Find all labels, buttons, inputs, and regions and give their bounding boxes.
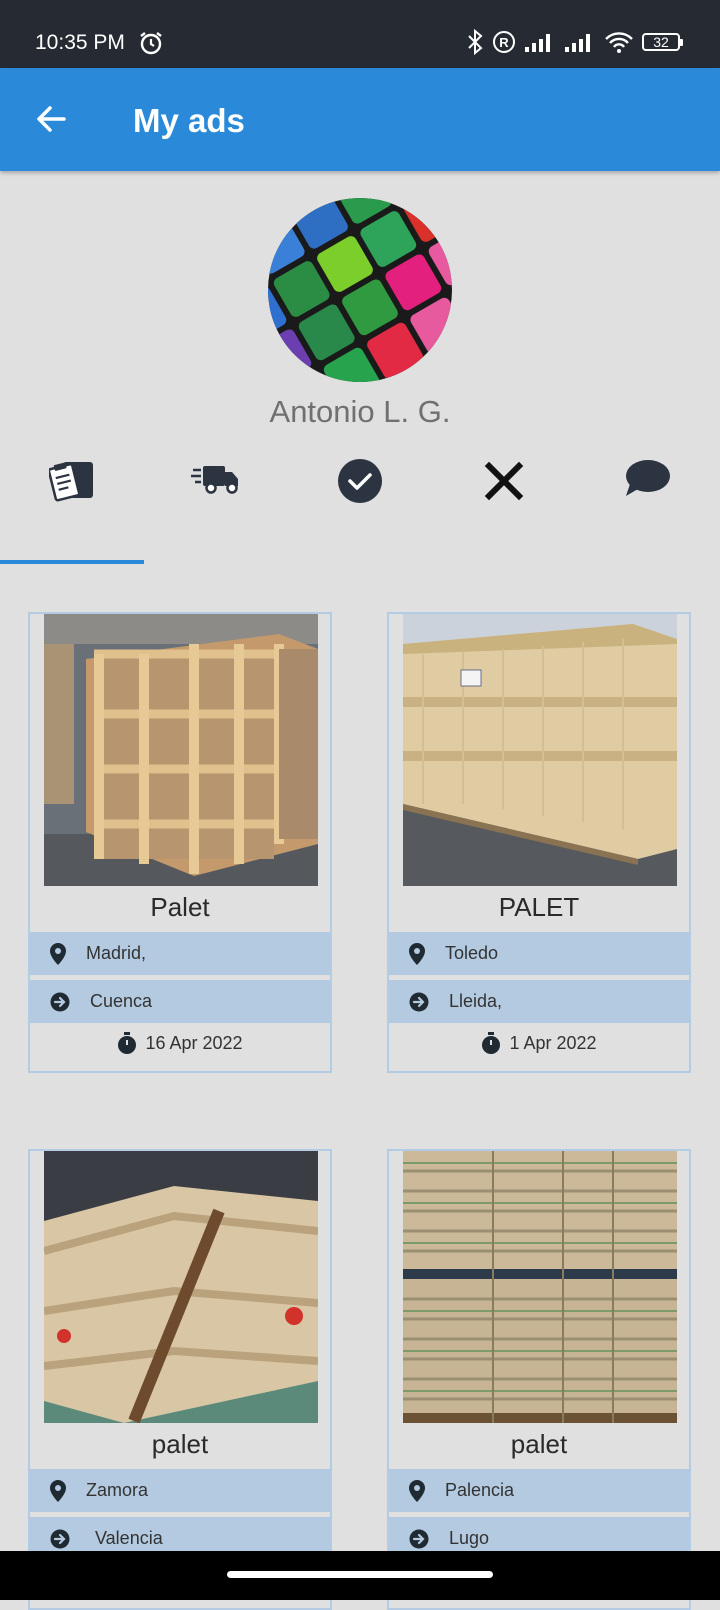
destination-city: Lugo	[449, 1528, 490, 1548]
stopwatch-icon	[482, 1032, 501, 1054]
page-title: My ads	[133, 102, 245, 139]
location-pin-icon	[50, 1479, 66, 1502]
check-circle-icon	[338, 459, 382, 503]
ad-image	[403, 614, 677, 886]
location-pin-icon	[50, 942, 66, 965]
ad-card[interactable]: PALET Toledo Lleida, 1 Apr 2022	[387, 612, 691, 1073]
tab-in-transit[interactable]	[144, 450, 288, 550]
destination-city: Lleida,	[449, 991, 503, 1011]
signal-icon	[565, 34, 590, 52]
status-icons: R 32	[466, 29, 683, 55]
tab-indicator	[0, 560, 144, 564]
profile-name: Antonio L. G.	[269, 394, 451, 429]
svg-text:R: R	[499, 35, 509, 50]
origin-city: Madrid,	[86, 943, 147, 963]
origin-city: Palencia	[445, 1480, 515, 1500]
ad-title: PALET	[498, 892, 580, 922]
arrow-circle-right-icon	[409, 1529, 429, 1548]
ad-card[interactable]: palet Zamora Valencia	[28, 1149, 332, 1610]
tab-cancelled[interactable]	[432, 450, 576, 550]
stopwatch-icon	[118, 1032, 137, 1054]
back-button[interactable]	[28, 96, 74, 142]
ads-list-icon	[49, 462, 93, 502]
wifi-icon	[605, 32, 633, 53]
status-time: 10:35 PM	[35, 31, 125, 54]
origin-city: Toledo	[445, 943, 499, 963]
ad-card[interactable]: palet Palencia Lugo	[387, 1149, 691, 1610]
origin-row: Toledo	[389, 932, 689, 975]
truck-icon	[191, 466, 238, 494]
location-pin-icon	[409, 1479, 425, 1502]
alarm-icon	[138, 30, 164, 61]
ad-image	[44, 1151, 318, 1423]
origin-city: Zamora	[86, 1480, 149, 1500]
navigation-bar	[0, 1551, 720, 1600]
chat-bubble-icon	[626, 460, 670, 496]
ad-date: 1 Apr 2022	[389, 1032, 689, 1054]
registered-icon: R	[493, 31, 515, 53]
arrow-circle-right-icon	[50, 992, 70, 1011]
ad-date: 16 Apr 2022	[30, 1032, 330, 1054]
ad-image	[44, 614, 318, 886]
destination-row: Cuenca	[30, 980, 330, 1023]
home-handle[interactable]	[227, 1571, 493, 1578]
arrow-circle-right-icon	[409, 992, 429, 1011]
signal-icon	[525, 34, 550, 52]
ad-image	[403, 1151, 677, 1423]
location-pin-icon	[409, 942, 425, 965]
battery-icon: 32	[642, 33, 683, 51]
battery-level: 32	[653, 34, 669, 50]
origin-row: Palencia	[389, 1469, 689, 1512]
ad-title: palet	[151, 1429, 209, 1459]
tab-messages[interactable]	[576, 450, 720, 550]
bluetooth-icon	[468, 29, 483, 55]
status-bar: 10:35 PM R 32	[0, 0, 720, 68]
ad-date-text: 16 Apr 2022	[145, 1032, 243, 1053]
tab-my-ads[interactable]	[0, 450, 144, 550]
ad-title: palet	[510, 1429, 568, 1459]
app-bar: My ads	[0, 68, 720, 171]
arrow-left-icon	[37, 106, 66, 132]
ad-title: Palet	[150, 892, 210, 922]
arrow-circle-right-icon	[50, 1529, 70, 1548]
destination-city: Cuenca	[90, 991, 153, 1011]
tab-completed[interactable]	[288, 450, 432, 550]
close-icon	[484, 461, 524, 501]
tab-bar	[0, 450, 720, 560]
ad-card[interactable]: Palet Madrid, Cuenca 16 Apr 2022	[28, 612, 332, 1073]
origin-row: Zamora	[30, 1469, 330, 1512]
destination-city: Valencia	[90, 1528, 163, 1548]
origin-row: Madrid,	[30, 932, 330, 975]
destination-row: Lleida,	[389, 980, 689, 1023]
avatar	[268, 198, 452, 382]
ad-date-text: 1 Apr 2022	[509, 1032, 597, 1053]
